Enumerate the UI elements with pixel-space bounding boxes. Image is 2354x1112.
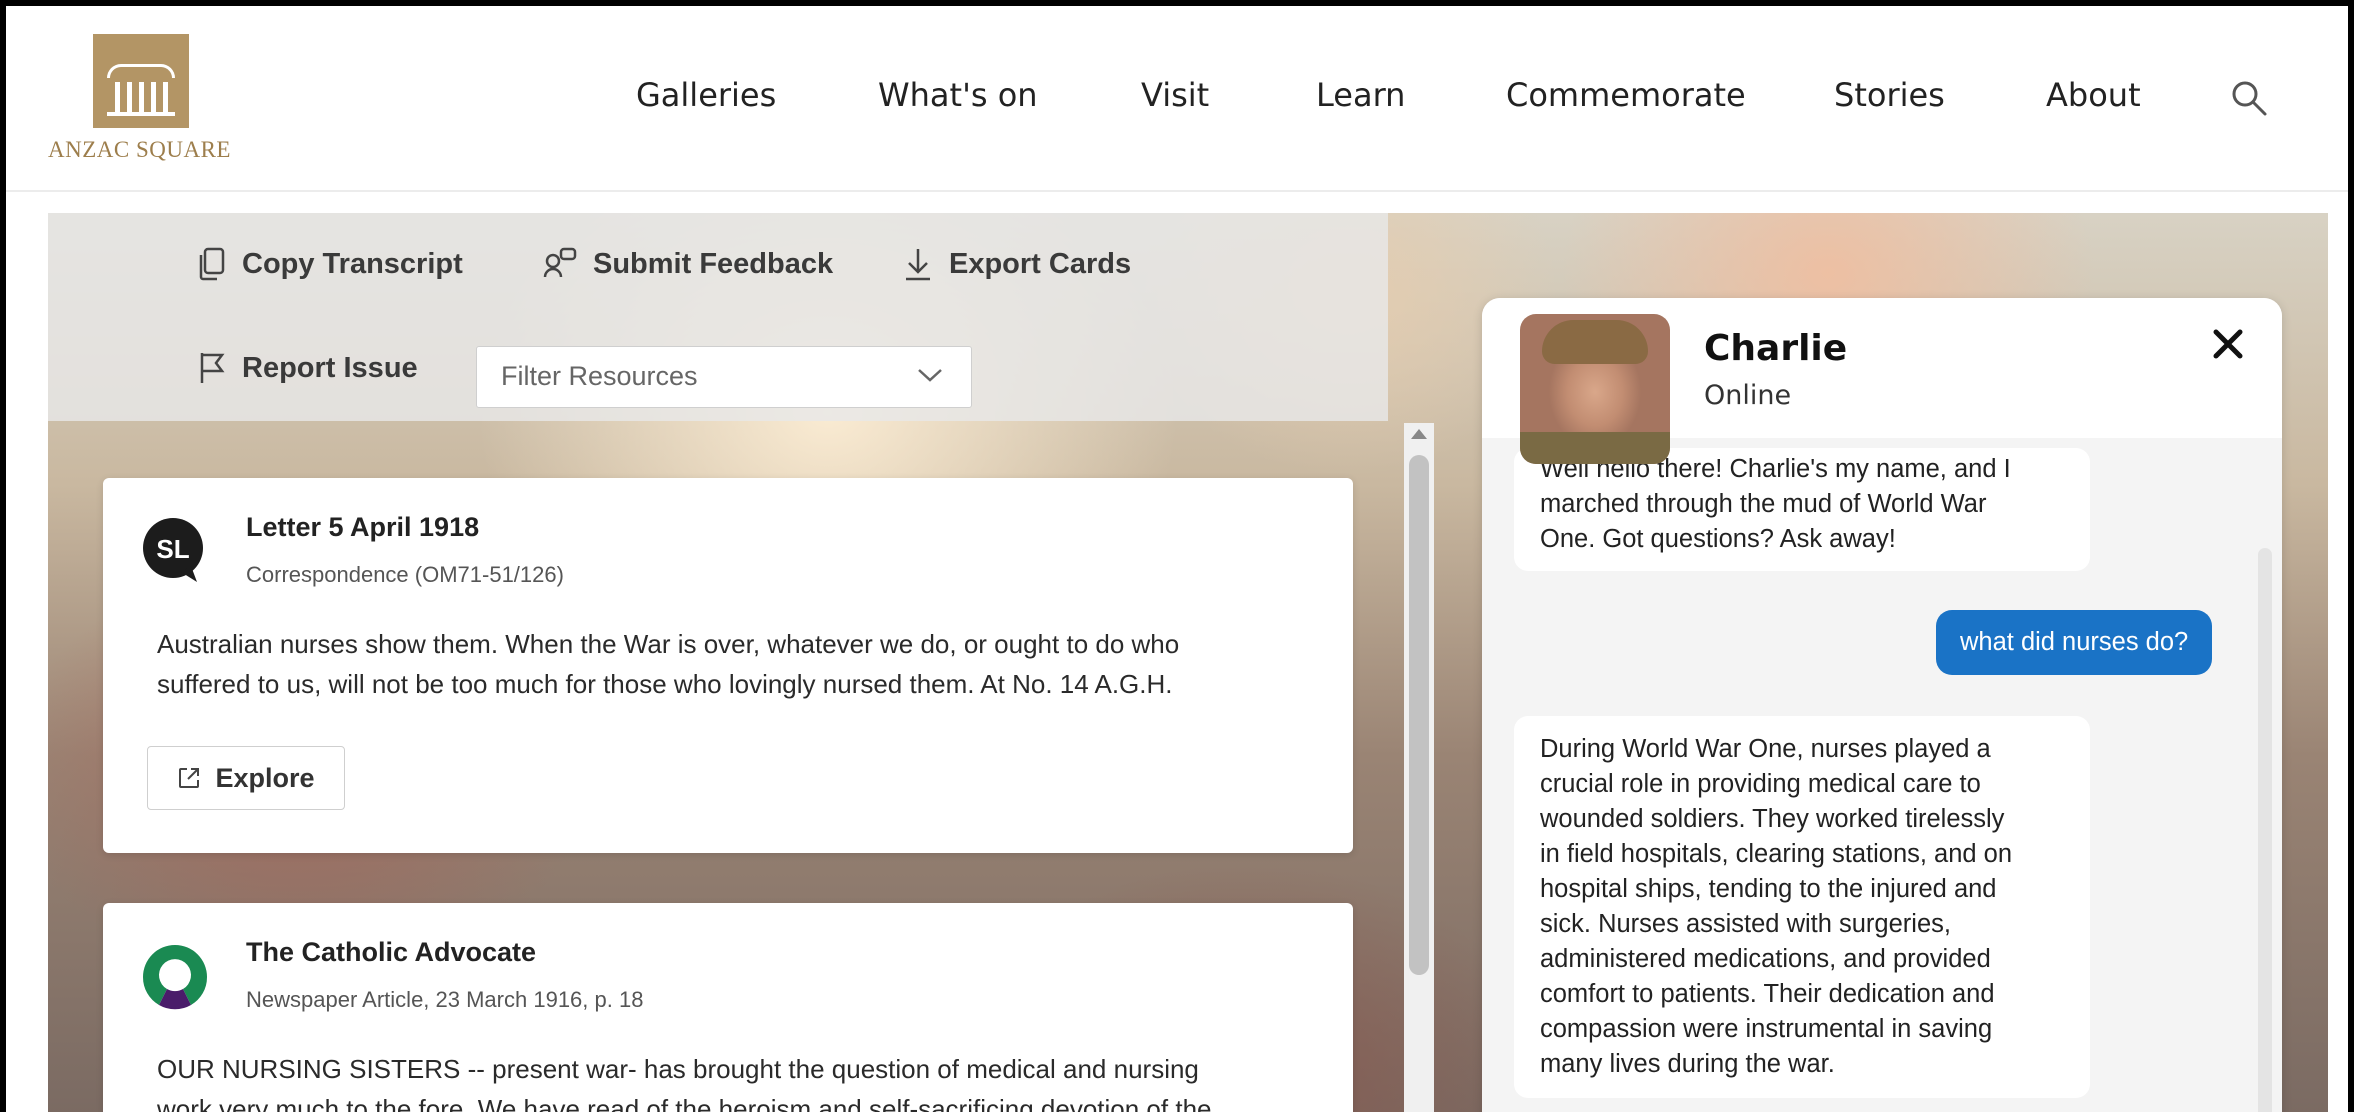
copy-transcript-label: Copy Transcript [242, 247, 463, 280]
logo-mark [93, 34, 189, 128]
message-line: many lives during the war. [1540, 1050, 1835, 1078]
avatar [1520, 314, 1670, 464]
message-line: in field hospitals, clearing stations, a… [1540, 840, 2013, 868]
nav-visit[interactable]: Visit [1141, 76, 1209, 114]
message-line: One. Got questions? Ask away! [1540, 525, 1896, 553]
site-header: ANZAC SQUARE Galleries What's on Visit L… [6, 6, 2348, 192]
resource-title: Letter 5 April 1918 [246, 512, 480, 542]
nav-whats-on[interactable]: What's on [878, 76, 1038, 114]
scroll-up-arrow-icon[interactable] [1411, 429, 1427, 439]
message-line: comfort to patients. Their dedication an… [1540, 980, 1995, 1008]
close-icon[interactable] [2208, 324, 2248, 364]
resource-card: The Catholic Advocate Newspaper Article,… [103, 903, 1353, 1112]
copy-icon [199, 247, 225, 281]
message-line: administered medications, and provided [1540, 945, 1991, 973]
resource-subtitle: Newspaper Article, 23 March 1916, p. 18 [246, 987, 644, 1012]
resources-scrollbar[interactable] [1404, 423, 1434, 1112]
message-line: marched through the mud of World War [1540, 490, 1987, 518]
chat-panel: Well hello there! Charlie's my name, and… [1482, 298, 2282, 1112]
export-cards-button[interactable]: Export Cards [903, 247, 1131, 281]
scrollbar-thumb[interactable] [1409, 455, 1429, 975]
copy-transcript-button[interactable]: Copy Transcript [198, 247, 463, 281]
nav-commemorate[interactable]: Commemorate [1506, 76, 1746, 114]
resource-card: SL Letter 5 April 1918 Correspondence (O… [103, 478, 1353, 853]
anzac-square-logo[interactable]: ANZAC SQUARE [48, 34, 248, 174]
message-line: crucial role in providing medical care t… [1540, 770, 1981, 798]
chat-scrollbar[interactable] [2258, 548, 2272, 1112]
resource-title: The Catholic Advocate [246, 937, 537, 967]
nav-learn[interactable]: Learn [1316, 76, 1405, 114]
nav-stories[interactable]: Stories [1834, 76, 1945, 114]
state-library-icon: SL [143, 518, 203, 582]
bot-message: During World War One, nurses played a cr… [1514, 716, 2090, 1098]
resource-excerpt: Australian nurses show them. When the Wa… [157, 624, 1317, 704]
excerpt-line: work very much to the fore. We have read… [157, 1094, 1212, 1112]
submit-feedback-label: Submit Feedback [593, 247, 834, 280]
message-line: compassion were instrumental in saving [1540, 1015, 1993, 1043]
report-issue-button[interactable]: Report Issue [198, 351, 418, 385]
excerpt-line: Australian nurses show them. When the Wa… [157, 629, 1180, 659]
page: ANZAC SQUARE Galleries What's on Visit L… [6, 6, 2348, 1112]
chat-name: Charlie [1704, 328, 1848, 369]
search-icon[interactable] [2229, 78, 2269, 118]
chat-status: Online [1704, 380, 1792, 411]
excerpt-line: OUR NURSING SISTERS -- present war- has … [157, 1054, 1199, 1084]
message-line: wounded soldiers. They worked tirelessly [1540, 805, 2005, 833]
explore-label: Explore [215, 762, 315, 793]
download-icon [906, 249, 930, 281]
export-cards-label: Export Cards [949, 247, 1132, 280]
excerpt-line: suffered to us, will not be too much for… [157, 669, 1173, 699]
filter-resources-placeholder: Filter Resources [501, 361, 698, 391]
trove-icon [142, 945, 208, 1010]
main-area: Copy Transcript Submit Feedback Export C… [48, 213, 2328, 1112]
user-message: what did nurses do? [1936, 610, 2213, 675]
message-line: sick. Nurses assisted with surgeries, [1540, 910, 1951, 938]
report-issue-label: Report Issue [242, 351, 418, 384]
submit-feedback-button[interactable]: Submit Feedback [543, 247, 833, 281]
explore-button[interactable]: Explore [147, 746, 345, 810]
resource-excerpt: OUR NURSING SISTERS -- present war- has … [157, 1049, 1317, 1112]
message-line: During World War One, nurses played a [1540, 735, 1991, 763]
feedback-icon [543, 247, 577, 278]
bot-message: Well hello there! Charlie's my name, and… [1514, 448, 2090, 571]
filter-resources-select[interactable]: Filter Resources [476, 346, 972, 408]
resource-subtitle: Correspondence (OM71-51/126) [246, 562, 564, 587]
nav-about[interactable]: About [2046, 76, 2141, 114]
message-line: hospital ships, tending to the injured a… [1540, 875, 1997, 903]
sl-badge-text: SL [156, 534, 189, 564]
logo-text: ANZAC SQUARE [48, 137, 231, 162]
chevron-down-icon [918, 369, 942, 382]
nav-galleries[interactable]: Galleries [636, 76, 776, 114]
external-link-icon [179, 768, 200, 788]
flag-icon [200, 353, 225, 383]
